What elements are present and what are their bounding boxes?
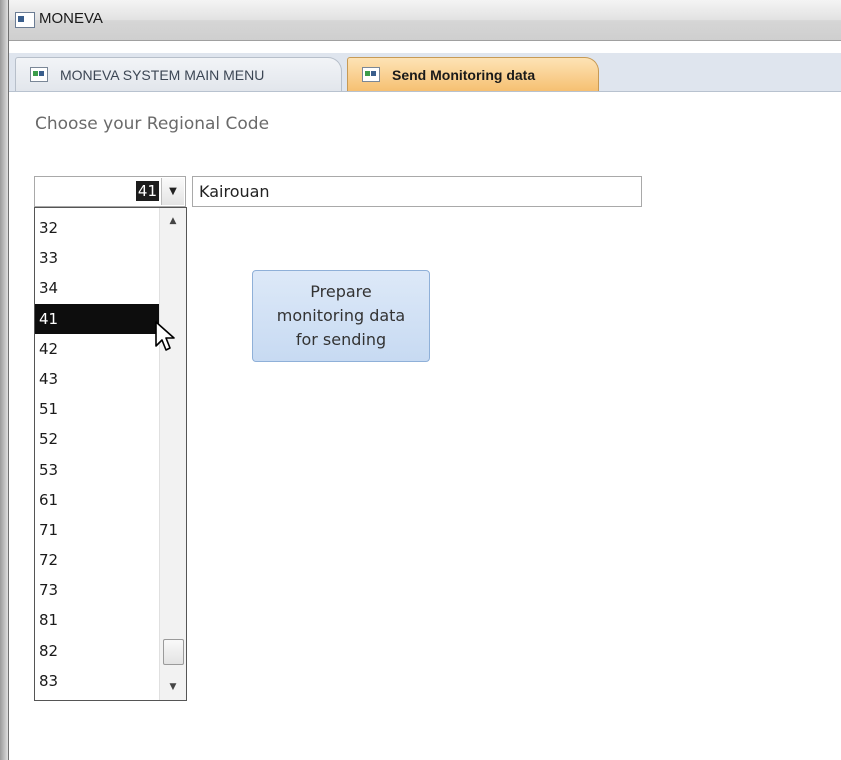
mouse-pointer-icon <box>155 321 175 351</box>
dropdown-option[interactable]: 53 <box>35 455 159 485</box>
dropdown-option[interactable]: 52 <box>35 424 159 454</box>
dropdown-option[interactable]: 72 <box>35 545 159 575</box>
scrollbar-thumb[interactable] <box>163 639 184 665</box>
dropdown-option[interactable]: 51 <box>35 394 159 424</box>
form-icon <box>15 12 35 28</box>
dropdown-option[interactable]: 41 <box>35 303 159 334</box>
title-bar[interactable]: MONEVA <box>9 0 841 41</box>
dropdown-option[interactable]: 42 <box>35 334 159 364</box>
scroll-down-arrow-icon[interactable]: ▼ <box>160 676 186 698</box>
tab-label: MONEVA SYSTEM MAIN MENU <box>60 66 265 83</box>
options-list: 32 33 34 41 42 43 51 52 53 61 71 72 73 81 82 83 <box>35 213 159 696</box>
window-title: MONEVA <box>39 10 103 27</box>
button-label-line: for sending <box>295 330 387 349</box>
regional-code-combobox[interactable]: 41 ▼ <box>34 176 186 207</box>
chevron-down-icon[interactable]: ▼ <box>161 178 184 205</box>
prepare-monitoring-data-button[interactable]: Prepare monitoring data for sending <box>252 270 430 362</box>
dropdown-option[interactable]: 71 <box>35 515 159 545</box>
regional-code-prompt: Choose your Regional Code <box>35 114 270 134</box>
form-icon <box>362 67 380 82</box>
form-icon <box>30 67 48 82</box>
dropdown-option[interactable]: 73 <box>35 575 159 605</box>
dropdown-option[interactable]: 82 <box>35 636 159 666</box>
button-label-line: monitoring data <box>276 306 406 325</box>
regional-code-value[interactable]: 41 <box>135 181 159 201</box>
regional-code-dropdown-list[interactable]: 32 33 34 41 42 43 51 52 53 61 71 72 73 81 82 83 ▲ ▼ <box>34 207 187 701</box>
dropdown-scrollbar[interactable]: ▲ ▼ <box>159 208 186 700</box>
tab-send-monitoring-data[interactable]: Send Monitoring data <box>347 57 599 91</box>
document-tab-strip: MONEVA SYSTEM MAIN MENU Send Monitoring … <box>9 53 841 92</box>
dropdown-option[interactable]: 83 <box>35 666 159 696</box>
dropdown-option[interactable]: 32 <box>35 213 159 243</box>
dropdown-option[interactable]: 34 <box>35 273 159 303</box>
dropdown-option[interactable]: 61 <box>35 485 159 515</box>
dropdown-option[interactable]: 33 <box>35 243 159 273</box>
tab-main-menu[interactable]: MONEVA SYSTEM MAIN MENU <box>15 57 342 91</box>
button-label: Prepare monitoring data for sending <box>277 280 405 352</box>
dropdown-option[interactable]: 43 <box>35 364 159 394</box>
button-label-line: Prepare <box>310 282 372 301</box>
dropdown-option[interactable]: 81 <box>35 605 159 635</box>
region-name-field[interactable]: Kairouan <box>192 176 642 207</box>
scroll-up-arrow-icon[interactable]: ▲ <box>160 210 186 232</box>
tab-label: Send Monitoring data <box>392 66 536 83</box>
app-window: MONEVA MONEVA SYSTEM MAIN MENU Send Moni… <box>8 0 841 760</box>
